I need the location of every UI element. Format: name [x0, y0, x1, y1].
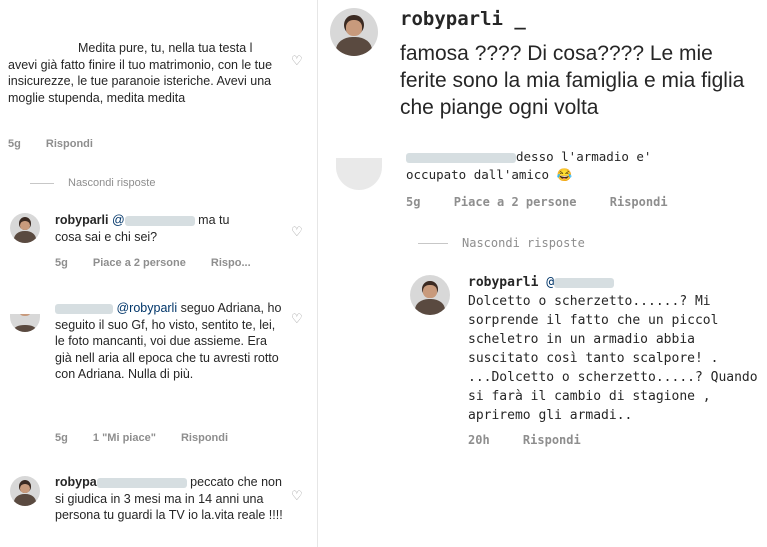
- comment-2: robyparli @ ma tu cosa sai e chi sei? ♡ …: [0, 200, 317, 280]
- right-comment-3-reply-button[interactable]: Rispondi: [523, 433, 581, 447]
- hide-replies-label: Nascondi risposte: [462, 236, 585, 250]
- right-comment-3-mention[interactable]: @: [546, 275, 554, 290]
- divider-line: [418, 243, 448, 244]
- comment-2-time: 5g: [55, 257, 68, 269]
- right-comment-1-text: famosa ???? Di cosa???? Le mie ferite so…: [400, 42, 745, 119]
- comment-3-text-a: seguo: [180, 301, 215, 315]
- comment-4-text: robypa peccato che non si giudica in 3 m…: [55, 474, 285, 524]
- right-comment-3-text: robyparli @ Dolcetto o scherzetto......?…: [468, 273, 758, 425]
- left-comment-thread: Medita pure, tu, nella tua testa l avevi…: [0, 0, 318, 547]
- comment-2-mention[interactable]: @: [112, 213, 125, 227]
- right-comment-2-meta: 5g Piace a 2 persone Rispondi: [406, 195, 694, 209]
- comment-1: Medita pure, tu, nella tua testa l avevi…: [0, 0, 317, 160]
- avatar[interactable]: [10, 476, 40, 506]
- hide-replies-button[interactable]: Nascondi risposte: [30, 177, 155, 189]
- right-comment-3-body: Dolcetto o scherzetto......? Mi sorprend…: [468, 294, 758, 423]
- comment-4-username[interactable]: robypa: [55, 475, 97, 489]
- redacted-mention: [554, 277, 615, 288]
- comment-2-text-a: ma tu: [198, 213, 230, 227]
- comment-3-reply-button[interactable]: Rispondi: [181, 432, 228, 444]
- comment-3-time: 5g: [55, 432, 68, 444]
- comment-2-text: robyparli @ ma tu cosa sai e chi sei?: [55, 212, 285, 245]
- avatar[interactable]: [10, 213, 40, 243]
- right-comment-3-meta: 20h Rispondi: [468, 433, 607, 447]
- like-heart-icon[interactable]: ♡: [291, 54, 303, 67]
- comment-2-username[interactable]: robyparli: [55, 213, 109, 227]
- like-heart-icon[interactable]: ♡: [291, 312, 303, 325]
- right-comment-2-text-a: desso l'armadio e': [516, 149, 652, 164]
- comment-3-text: @robyparli seguo Adriana, ho seguito il …: [55, 300, 285, 383]
- comment-1-text: Medita pure, tu, nella tua testa l avevi…: [8, 41, 273, 105]
- comment-4: robypa peccato che non si giudica in 3 m…: [0, 465, 317, 547]
- like-heart-icon[interactable]: ♡: [291, 225, 303, 238]
- right-comment-2-time: 5g: [406, 195, 421, 209]
- right-comment-1-username[interactable]: robyparli _: [400, 6, 526, 33]
- comment-1-time: 5g: [8, 138, 21, 150]
- hide-replies-label: Nascondi risposte: [68, 177, 156, 189]
- redacted-mention: [96, 477, 187, 488]
- right-comment-2-text-b: occupato dall'amico 😂: [406, 167, 573, 182]
- comment-2-text-b: cosa sai e chi sei?: [55, 229, 158, 244]
- redacted-mention: [124, 215, 195, 226]
- comment-1-meta: 5g Rispondi: [8, 138, 115, 150]
- comment-2-meta: 5g Piace a 2 persone Rispo...: [55, 257, 273, 269]
- comment-3: @robyparli seguo Adriana, ho seguito il …: [0, 290, 317, 455]
- comment-4-text-a: peccato: [190, 475, 234, 489]
- comment-3-meta: 5g 1 "Mi piace" Rispondi: [55, 432, 250, 444]
- comment-3-mention[interactable]: @robyparli: [116, 301, 177, 315]
- avatar[interactable]: [336, 158, 382, 190]
- redacted-username: [406, 152, 516, 163]
- avatar[interactable]: [410, 275, 450, 315]
- avatar[interactable]: [10, 314, 40, 332]
- right-comment-2-likes[interactable]: Piace a 2 persone: [454, 195, 577, 209]
- right-comment-3: robyparli @ Dolcetto o scherzetto......?…: [318, 265, 767, 455]
- comment-2-likes[interactable]: Piace a 2 persone: [93, 257, 186, 269]
- comment-1-reply-button[interactable]: Rispondi: [46, 138, 93, 150]
- comment-3-likes[interactable]: 1 "Mi piace": [93, 432, 156, 444]
- right-comment-1: robyparli _ famosa ???? Di cosa???? Le m…: [318, 0, 767, 135]
- right-comment-2-text: desso l'armadio e' occupato dall'amico 😂: [406, 148, 746, 184]
- right-comment-3-time: 20h: [468, 433, 490, 447]
- divider-line: [30, 182, 54, 184]
- right-comment-2: desso l'armadio e' occupato dall'amico 😂…: [318, 140, 767, 215]
- comment-2-reply-button[interactable]: Rispo...: [211, 257, 251, 269]
- avatar[interactable]: [330, 8, 378, 56]
- redacted-username: [55, 303, 113, 314]
- right-comment-3-username[interactable]: robyparli: [468, 275, 538, 290]
- right-comment-2-reply-button[interactable]: Rispondi: [610, 195, 668, 209]
- like-heart-icon[interactable]: ♡: [291, 489, 303, 502]
- hide-replies-button[interactable]: Nascondi risposte: [418, 236, 585, 250]
- right-comment-thread: robyparli _ famosa ???? Di cosa???? Le m…: [318, 0, 767, 547]
